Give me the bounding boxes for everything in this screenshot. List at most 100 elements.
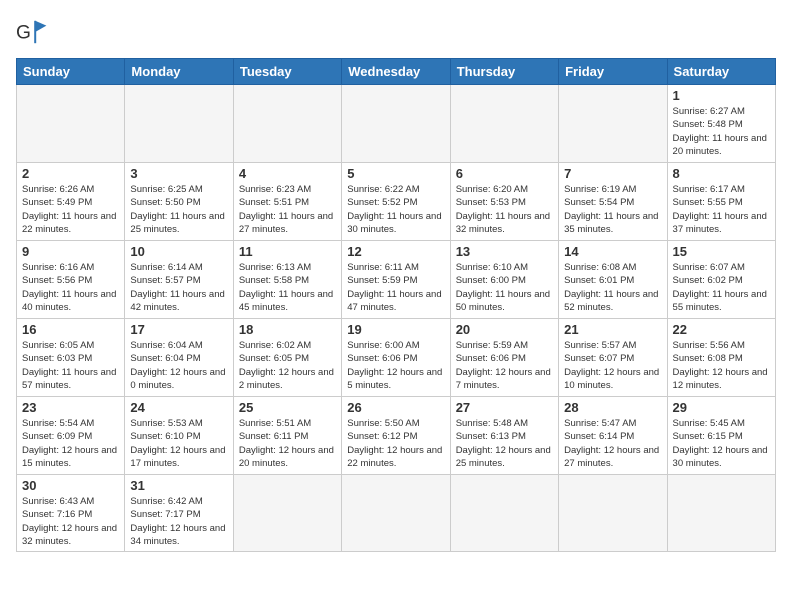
header-sunday: Sunday	[17, 59, 125, 85]
day-info: Sunrise: 6:07 AM Sunset: 6:02 PM Dayligh…	[673, 261, 770, 314]
day-info: Sunrise: 6:02 AM Sunset: 6:05 PM Dayligh…	[239, 339, 336, 392]
calendar-cell	[342, 475, 450, 552]
calendar-cell: 9 Sunrise: 6:16 AM Sunset: 5:56 PM Daylig…	[17, 241, 125, 319]
calendar-cell	[667, 475, 775, 552]
calendar-cell	[559, 85, 667, 163]
day-info: Sunrise: 6:43 AM Sunset: 7:16 PM Dayligh…	[22, 495, 119, 548]
day-info: Sunrise: 6:22 AM Sunset: 5:52 PM Dayligh…	[347, 183, 444, 236]
day-info: Sunrise: 6:23 AM Sunset: 5:51 PM Dayligh…	[239, 183, 336, 236]
calendar-cell	[342, 85, 450, 163]
day-number: 25	[239, 400, 336, 415]
day-info: Sunrise: 6:25 AM Sunset: 5:50 PM Dayligh…	[130, 183, 227, 236]
day-number: 2	[22, 166, 119, 181]
day-info: Sunrise: 5:53 AM Sunset: 6:10 PM Dayligh…	[130, 417, 227, 470]
day-info: Sunrise: 6:20 AM Sunset: 5:53 PM Dayligh…	[456, 183, 553, 236]
header-monday: Monday	[125, 59, 233, 85]
day-number: 30	[22, 478, 119, 493]
calendar-cell: 25 Sunrise: 5:51 AM Sunset: 6:11 PM Dayli…	[233, 397, 341, 475]
day-info: Sunrise: 5:57 AM Sunset: 6:07 PM Dayligh…	[564, 339, 661, 392]
day-info: Sunrise: 6:42 AM Sunset: 7:17 PM Dayligh…	[130, 495, 227, 548]
day-number: 27	[456, 400, 553, 415]
day-number: 26	[347, 400, 444, 415]
day-info: Sunrise: 6:27 AM Sunset: 5:48 PM Dayligh…	[673, 105, 770, 158]
calendar-cell: 5 Sunrise: 6:22 AM Sunset: 5:52 PM Daylig…	[342, 163, 450, 241]
header: G	[16, 16, 776, 48]
day-info: Sunrise: 6:16 AM Sunset: 5:56 PM Dayligh…	[22, 261, 119, 314]
day-number: 8	[673, 166, 770, 181]
day-info: Sunrise: 5:50 AM Sunset: 6:12 PM Dayligh…	[347, 417, 444, 470]
day-info: Sunrise: 5:48 AM Sunset: 6:13 PM Dayligh…	[456, 417, 553, 470]
calendar-cell: 10 Sunrise: 6:14 AM Sunset: 5:57 PM Dayli…	[125, 241, 233, 319]
calendar-cell: 19Sunrise: 6:00 AM Sunset: 6:06 PM Dayli…	[342, 319, 450, 397]
day-number: 21	[564, 322, 661, 337]
calendar-cell	[450, 475, 558, 552]
calendar-cell: 21 Sunrise: 5:57 AM Sunset: 6:07 PM Dayli…	[559, 319, 667, 397]
day-number: 13	[456, 244, 553, 259]
calendar-cell: 22Sunrise: 5:56 AM Sunset: 6:08 PM Dayli…	[667, 319, 775, 397]
calendar-header: Sunday Monday Tuesday Wednesday Thursday…	[17, 59, 776, 85]
calendar-cell: 18 Sunrise: 6:02 AM Sunset: 6:05 PM Dayli…	[233, 319, 341, 397]
day-number: 6	[456, 166, 553, 181]
logo: G	[16, 16, 52, 48]
calendar-cell: 29Sunrise: 5:45 AM Sunset: 6:15 PM Dayli…	[667, 397, 775, 475]
header-friday: Friday	[559, 59, 667, 85]
calendar-cell: 7 Sunrise: 6:19 AM Sunset: 5:54 PM Daylig…	[559, 163, 667, 241]
generalblue-logo-icon: G	[16, 16, 48, 48]
day-number: 28	[564, 400, 661, 415]
calendar-cell	[233, 475, 341, 552]
header-wednesday: Wednesday	[342, 59, 450, 85]
calendar-cell: 3 Sunrise: 6:25 AM Sunset: 5:50 PM Daylig…	[125, 163, 233, 241]
day-info: Sunrise: 5:51 AM Sunset: 6:11 PM Dayligh…	[239, 417, 336, 470]
day-info: Sunrise: 6:14 AM Sunset: 5:57 PM Dayligh…	[130, 261, 227, 314]
svg-text:G: G	[16, 22, 31, 43]
day-info: Sunrise: 6:13 AM Sunset: 5:58 PM Dayligh…	[239, 261, 336, 314]
day-number: 18	[239, 322, 336, 337]
day-number: 3	[130, 166, 227, 181]
calendar-cell: 20Sunrise: 5:59 AM Sunset: 6:06 PM Dayli…	[450, 319, 558, 397]
header-tuesday: Tuesday	[233, 59, 341, 85]
calendar-cell: 16Sunrise: 6:05 AM Sunset: 6:03 PM Dayli…	[17, 319, 125, 397]
day-number: 15	[673, 244, 770, 259]
calendar-cell: 8 Sunrise: 6:17 AM Sunset: 5:55 PM Daylig…	[667, 163, 775, 241]
day-number: 31	[130, 478, 227, 493]
calendar-cell	[17, 85, 125, 163]
calendar-cell	[450, 85, 558, 163]
day-info: Sunrise: 6:17 AM Sunset: 5:55 PM Dayligh…	[673, 183, 770, 236]
weekday-header-row: Sunday Monday Tuesday Wednesday Thursday…	[17, 59, 776, 85]
day-number: 24	[130, 400, 227, 415]
calendar-table: Sunday Monday Tuesday Wednesday Thursday…	[16, 58, 776, 552]
day-info: Sunrise: 5:47 AM Sunset: 6:14 PM Dayligh…	[564, 417, 661, 470]
day-number: 1	[673, 88, 770, 103]
day-info: Sunrise: 6:08 AM Sunset: 6:01 PM Dayligh…	[564, 261, 661, 314]
day-info: Sunrise: 5:59 AM Sunset: 6:06 PM Dayligh…	[456, 339, 553, 392]
day-number: 23	[22, 400, 119, 415]
calendar-cell	[233, 85, 341, 163]
calendar-cell: 4Sunrise: 6:23 AM Sunset: 5:51 PM Daylig…	[233, 163, 341, 241]
calendar-cell	[125, 85, 233, 163]
day-number: 16	[22, 322, 119, 337]
day-info: Sunrise: 6:11 AM Sunset: 5:59 PM Dayligh…	[347, 261, 444, 314]
day-number: 9	[22, 244, 119, 259]
calendar-cell: 26 Sunrise: 5:50 AM Sunset: 6:12 PM Dayli…	[342, 397, 450, 475]
calendar-cell: 30 Sunrise: 6:43 AM Sunset: 7:16 PM Dayli…	[17, 475, 125, 552]
day-number: 7	[564, 166, 661, 181]
calendar-cell: 14 Sunrise: 6:08 AM Sunset: 6:01 PM Dayli…	[559, 241, 667, 319]
day-number: 14	[564, 244, 661, 259]
day-info: Sunrise: 6:19 AM Sunset: 5:54 PM Dayligh…	[564, 183, 661, 236]
day-number: 10	[130, 244, 227, 259]
day-number: 22	[673, 322, 770, 337]
calendar-cell: 15 Sunrise: 6:07 AM Sunset: 6:02 PM Dayli…	[667, 241, 775, 319]
header-thursday: Thursday	[450, 59, 558, 85]
calendar-cell: 13Sunrise: 6:10 AM Sunset: 6:00 PM Dayli…	[450, 241, 558, 319]
day-number: 5	[347, 166, 444, 181]
calendar-cell: 2 Sunrise: 6:26 AM Sunset: 5:49 PM Daylig…	[17, 163, 125, 241]
calendar-body: 1 Sunrise: 6:27 AM Sunset: 5:48 PM Daylig…	[17, 85, 776, 552]
day-number: 17	[130, 322, 227, 337]
day-info: Sunrise: 6:26 AM Sunset: 5:49 PM Dayligh…	[22, 183, 119, 236]
calendar-cell: 27 Sunrise: 5:48 AM Sunset: 6:13 PM Dayli…	[450, 397, 558, 475]
calendar-cell: 23Sunrise: 5:54 AM Sunset: 6:09 PM Dayli…	[17, 397, 125, 475]
header-saturday: Saturday	[667, 59, 775, 85]
day-number: 29	[673, 400, 770, 415]
calendar-cell: 12Sunrise: 6:11 AM Sunset: 5:59 PM Dayli…	[342, 241, 450, 319]
calendar-cell: 24 Sunrise: 5:53 AM Sunset: 6:10 PM Dayli…	[125, 397, 233, 475]
